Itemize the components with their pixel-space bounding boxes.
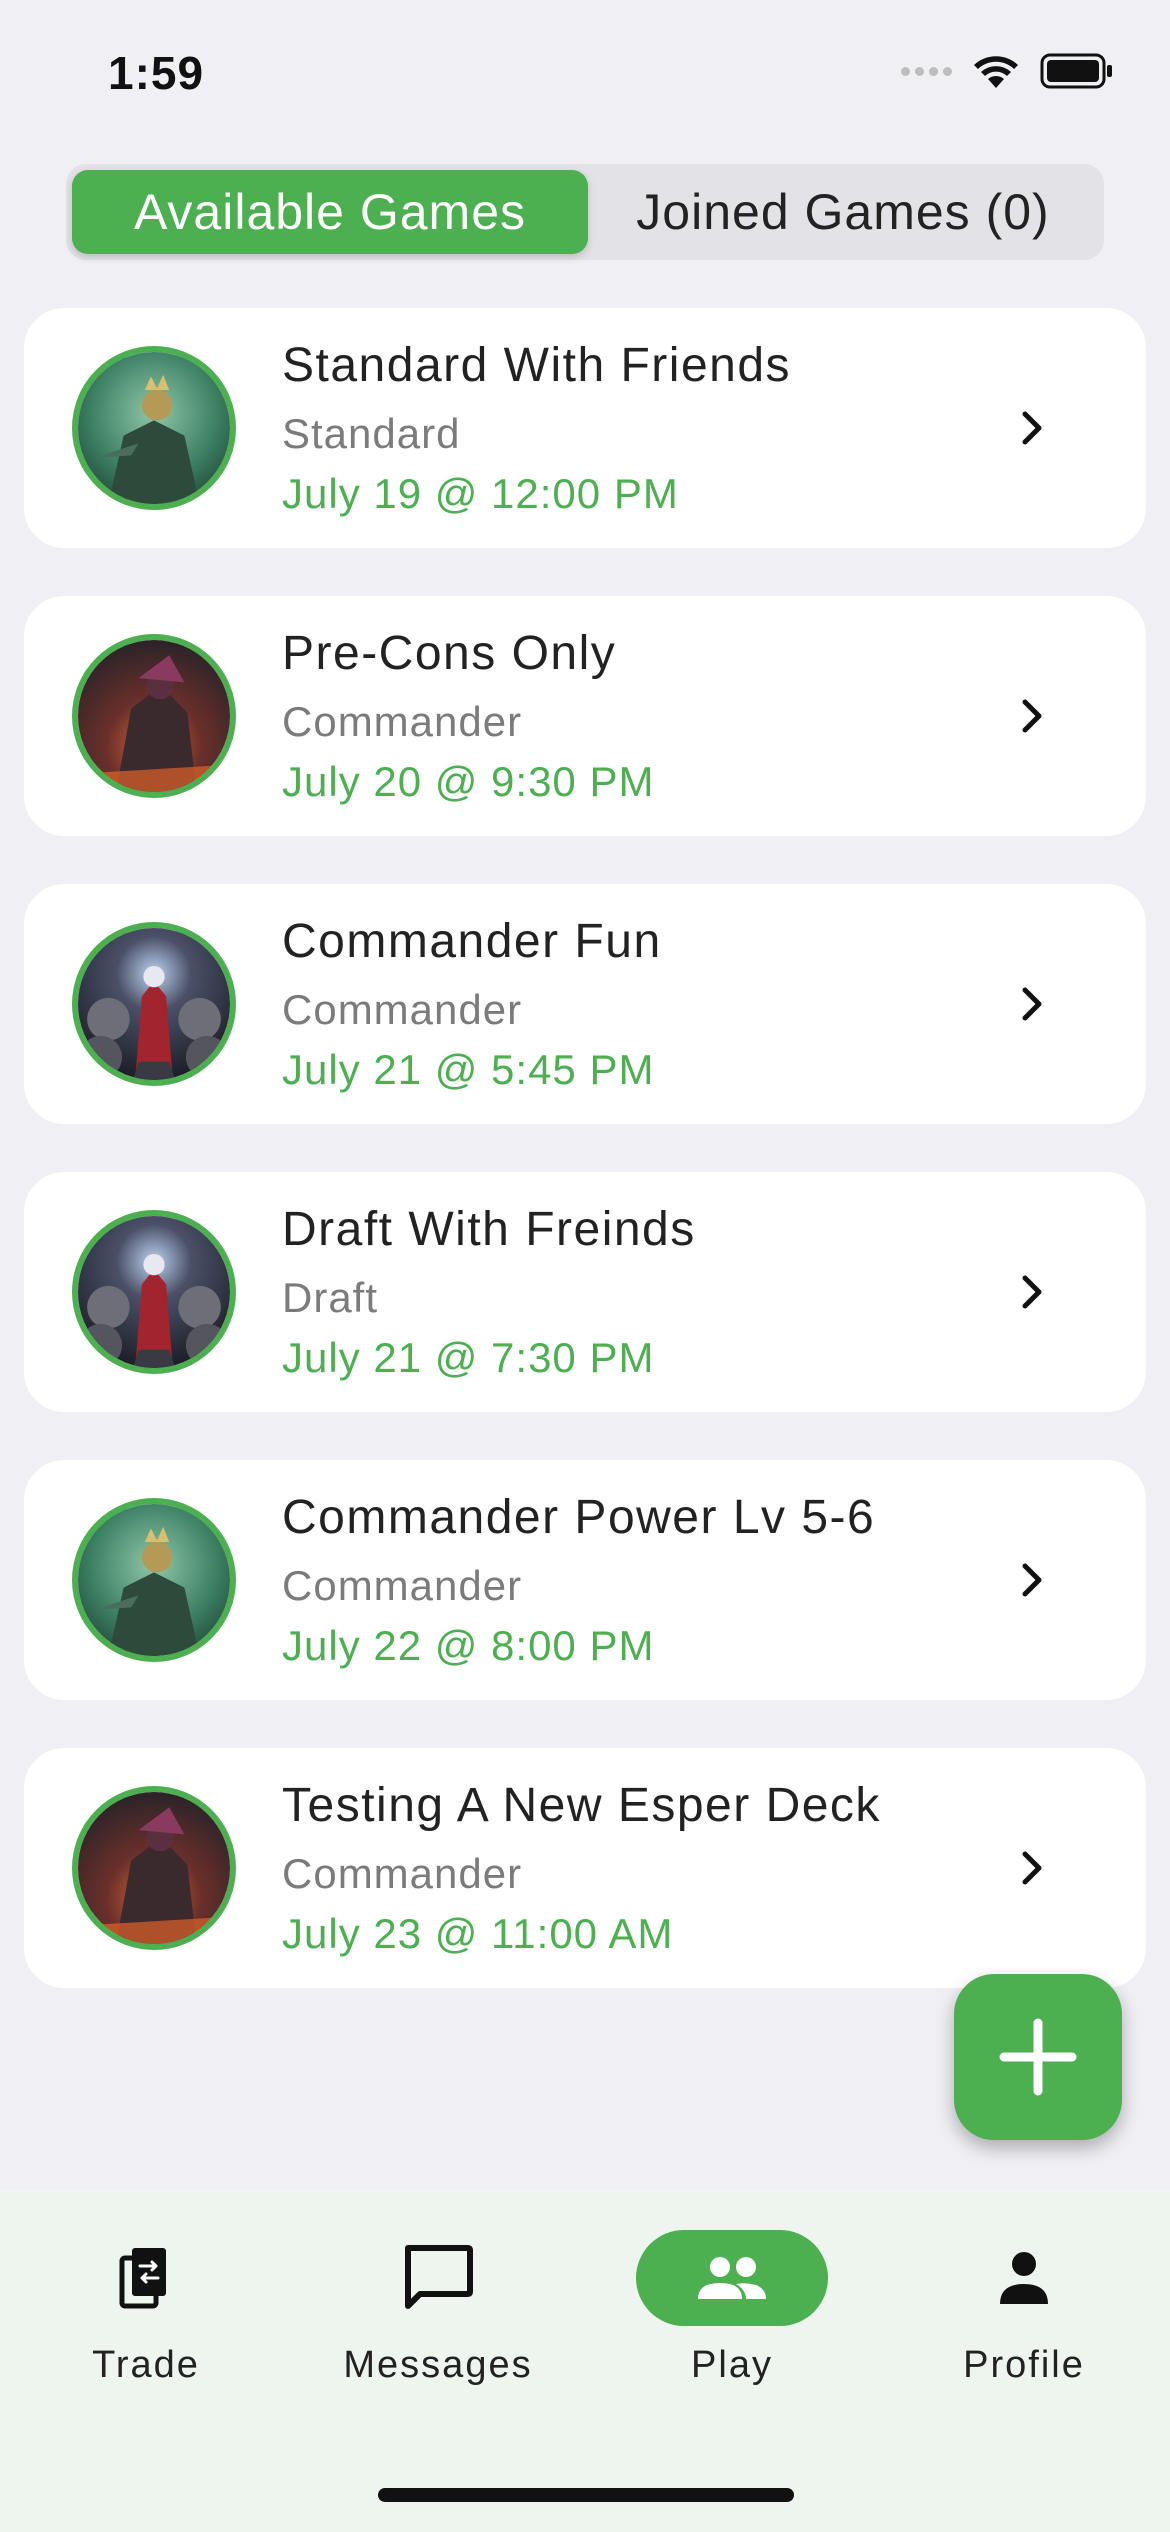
throne-sorcerer-art bbox=[72, 1210, 236, 1374]
status-bar: 1:59 bbox=[0, 0, 1170, 150]
chevron-right-icon bbox=[1022, 1275, 1042, 1309]
throne-sorcerer-art bbox=[72, 922, 236, 1086]
game-title: Commander Fun bbox=[282, 915, 662, 968]
bottom-nav: Trade Messages Play Profile bbox=[0, 2190, 1170, 2532]
game-title: Draft With Freinds bbox=[282, 1203, 696, 1256]
nav-item-messages[interactable]: Messages bbox=[318, 2230, 558, 2390]
game-date: July 23 @ 11:00 AM bbox=[282, 1910, 674, 1957]
game-card[interactable]: Standard With Friends Standard July 19 @… bbox=[24, 308, 1146, 548]
chevron-right-icon bbox=[1022, 1851, 1042, 1885]
person-icon bbox=[1000, 2252, 1048, 2304]
dark-warrior-art bbox=[72, 1786, 236, 1950]
game-date: July 22 @ 8:00 PM bbox=[282, 1622, 655, 1669]
game-card[interactable]: Commander Power Lv 5-6 Commander July 22… bbox=[24, 1460, 1146, 1700]
chevron-right-icon bbox=[1022, 1563, 1042, 1597]
add-game-button[interactable] bbox=[954, 1974, 1122, 2140]
chevron-right-icon bbox=[1022, 699, 1042, 733]
chevron-right-icon bbox=[1022, 987, 1042, 1021]
game-card[interactable]: Testing A New Esper Deck Commander July … bbox=[24, 1748, 1146, 1988]
nav-icon-container bbox=[50, 2230, 242, 2326]
game-card[interactable]: Commander Fun Commander July 21 @ 5:45 P… bbox=[24, 884, 1146, 1124]
game-card[interactable]: Draft With Freinds Draft July 21 @ 7:30 … bbox=[24, 1172, 1146, 1412]
chevron-right-icon bbox=[1022, 411, 1042, 445]
nav-icon-container bbox=[636, 2230, 828, 2326]
goblin-king-art bbox=[72, 1498, 236, 1662]
game-title: Standard With Friends bbox=[282, 339, 792, 392]
nav-icon-container bbox=[342, 2230, 534, 2326]
game-title: Pre-Cons Only bbox=[282, 627, 617, 680]
game-date: July 21 @ 7:30 PM bbox=[282, 1334, 655, 1381]
plus-icon bbox=[999, 2018, 1077, 2096]
game-format: Commander bbox=[282, 698, 523, 745]
chat-bubble-icon bbox=[405, 2245, 473, 2309]
game-card[interactable]: Pre-Cons Only Commander July 20 @ 9:30 P… bbox=[24, 596, 1146, 836]
status-time: 1:59 bbox=[108, 47, 205, 99]
battery-icon bbox=[1040, 53, 1112, 89]
game-title: Commander Power Lv 5-6 bbox=[282, 1491, 876, 1544]
dark-warrior-art bbox=[72, 634, 236, 798]
nav-item-play[interactable]: Play bbox=[612, 2230, 852, 2390]
game-date: July 21 @ 5:45 PM bbox=[282, 1046, 655, 1093]
game-format: Standard bbox=[282, 410, 461, 457]
home-indicator[interactable] bbox=[378, 2488, 794, 2502]
wifi-icon bbox=[974, 56, 1018, 88]
tab-available-games[interactable]: Available Games bbox=[72, 170, 588, 254]
game-filter-segmented-control: Available Games Joined Games (0) bbox=[66, 164, 1104, 260]
nav-label: Messages bbox=[343, 2344, 533, 2386]
game-date: July 19 @ 12:00 PM bbox=[282, 470, 679, 517]
nav-label: Play bbox=[691, 2344, 773, 2386]
tab-joined-games[interactable]: Joined Games (0) bbox=[588, 170, 1098, 254]
nav-icon-container bbox=[928, 2230, 1120, 2326]
nav-item-profile[interactable]: Profile bbox=[904, 2230, 1144, 2390]
people-icon bbox=[698, 2257, 766, 2299]
game-date: July 20 @ 9:30 PM bbox=[282, 758, 655, 805]
nav-label: Trade bbox=[92, 2344, 200, 2386]
status-icons bbox=[901, 52, 1114, 90]
game-format: Commander bbox=[282, 986, 523, 1033]
nav-item-trade[interactable]: Trade bbox=[26, 2230, 266, 2390]
game-format: Draft bbox=[282, 1274, 379, 1321]
game-format: Commander bbox=[282, 1562, 523, 1609]
nav-label: Profile bbox=[963, 2344, 1085, 2386]
goblin-king-art bbox=[72, 346, 236, 510]
signal-icon bbox=[901, 66, 952, 76]
trade-cards-icon bbox=[119, 2248, 166, 2309]
game-format: Commander bbox=[282, 1850, 523, 1897]
game-title: Testing A New Esper Deck bbox=[282, 1779, 881, 1832]
game-list: Standard With Friends Standard July 19 @… bbox=[24, 308, 1146, 2036]
